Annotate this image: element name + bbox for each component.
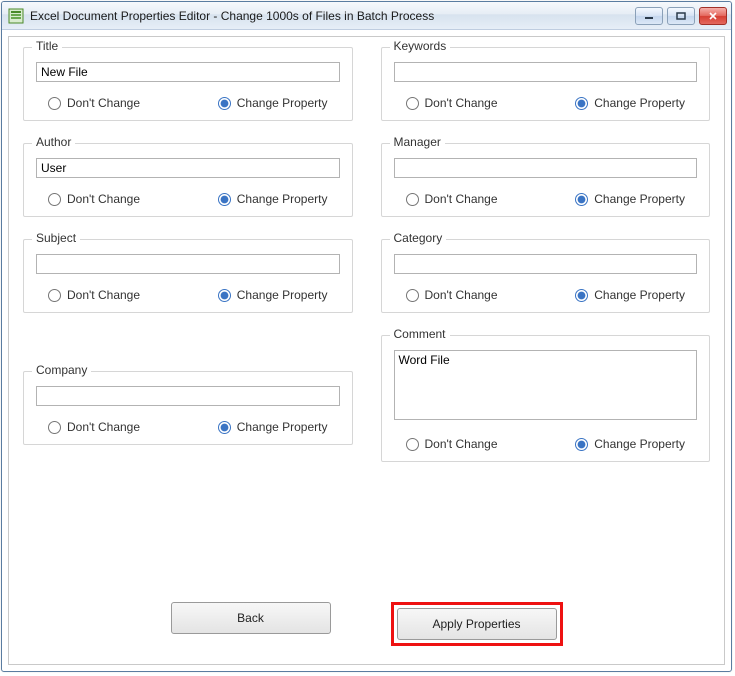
comment-input[interactable] [394, 350, 698, 420]
group-company: Company Don't Change Change Property [23, 371, 353, 445]
right-column: Keywords Don't Change Change Property Ma… [367, 37, 725, 484]
client-area: Title Don't Change Change Property Autho… [8, 36, 725, 665]
subject-change-label: Change Property [237, 288, 328, 302]
subject-dont-change-option[interactable]: Don't Change [48, 288, 140, 302]
app-icon [8, 8, 24, 24]
window-controls [635, 7, 727, 25]
group-title: Title Don't Change Change Property [23, 47, 353, 121]
group-author-label: Author [32, 135, 75, 149]
keywords-change-label: Change Property [594, 96, 685, 110]
keywords-change-option[interactable]: Change Property [575, 96, 685, 110]
company-input[interactable] [36, 386, 340, 406]
manager-dont-change-label: Don't Change [425, 192, 498, 206]
company-dont-change-option[interactable]: Don't Change [48, 420, 140, 434]
subject-dont-change-label: Don't Change [67, 288, 140, 302]
left-column: Title Don't Change Change Property Autho… [9, 37, 367, 484]
author-dont-change-label: Don't Change [67, 192, 140, 206]
category-input[interactable] [394, 254, 698, 274]
keywords-input[interactable] [394, 62, 698, 82]
comment-dont-change-option[interactable]: Don't Change [406, 437, 498, 451]
category-dont-change-label: Don't Change [425, 288, 498, 302]
manager-input[interactable] [394, 158, 698, 178]
group-category: Category Don't Change Change Property [381, 239, 711, 313]
maximize-button[interactable] [667, 7, 695, 25]
window-title: Excel Document Properties Editor - Chang… [30, 9, 635, 23]
group-keywords-label: Keywords [390, 39, 451, 53]
apply-properties-button[interactable]: Apply Properties [397, 608, 557, 640]
group-comment-label: Comment [390, 327, 450, 341]
keywords-dont-change-label: Don't Change [425, 96, 498, 110]
subject-input[interactable] [36, 254, 340, 274]
company-dont-change-label: Don't Change [67, 420, 140, 434]
back-button[interactable]: Back [171, 602, 331, 634]
category-change-option[interactable]: Change Property [575, 288, 685, 302]
title-change-option[interactable]: Change Property [218, 96, 328, 110]
manager-change-option[interactable]: Change Property [575, 192, 685, 206]
subject-change-option[interactable]: Change Property [218, 288, 328, 302]
manager-change-label: Change Property [594, 192, 685, 206]
group-subject-label: Subject [32, 231, 80, 245]
apply-highlight: Apply Properties [391, 602, 563, 646]
manager-dont-change-option[interactable]: Don't Change [406, 192, 498, 206]
comment-dont-change-label: Don't Change [425, 437, 498, 451]
title-dont-change-option[interactable]: Don't Change [48, 96, 140, 110]
app-window: Excel Document Properties Editor - Chang… [1, 1, 732, 672]
author-change-option[interactable]: Change Property [218, 192, 328, 206]
keywords-dont-change-option[interactable]: Don't Change [406, 96, 498, 110]
minimize-button[interactable] [635, 7, 663, 25]
title-dont-change-label: Don't Change [67, 96, 140, 110]
title-change-label: Change Property [237, 96, 328, 110]
group-company-label: Company [32, 363, 91, 377]
group-category-label: Category [390, 231, 447, 245]
titlebar[interactable]: Excel Document Properties Editor - Chang… [2, 2, 731, 30]
group-keywords: Keywords Don't Change Change Property [381, 47, 711, 121]
author-input[interactable] [36, 158, 340, 178]
group-comment: Comment Don't Change Change Property [381, 335, 711, 462]
group-title-label: Title [32, 39, 62, 53]
close-button[interactable] [699, 7, 727, 25]
comment-change-option[interactable]: Change Property [575, 437, 685, 451]
company-change-label: Change Property [237, 420, 328, 434]
author-dont-change-option[interactable]: Don't Change [48, 192, 140, 206]
group-manager-label: Manager [390, 135, 445, 149]
company-change-option[interactable]: Change Property [218, 420, 328, 434]
button-row: Back Apply Properties [9, 602, 724, 646]
category-change-label: Change Property [594, 288, 685, 302]
category-dont-change-option[interactable]: Don't Change [406, 288, 498, 302]
author-change-label: Change Property [237, 192, 328, 206]
title-input[interactable] [36, 62, 340, 82]
group-manager: Manager Don't Change Change Property [381, 143, 711, 217]
group-subject: Subject Don't Change Change Property [23, 239, 353, 313]
comment-change-label: Change Property [594, 437, 685, 451]
group-author: Author Don't Change Change Property [23, 143, 353, 217]
